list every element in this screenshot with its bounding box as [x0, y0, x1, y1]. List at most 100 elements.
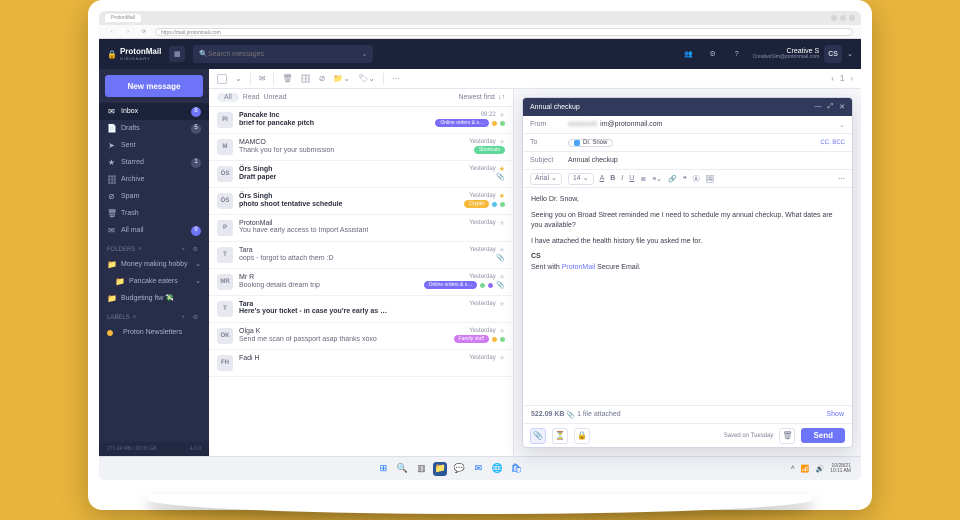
chevron-down-icon[interactable]: ⌄ [195, 276, 201, 287]
message-row[interactable]: ÖS Örs SinghYesterday★ photo shoot tenta… [209, 188, 513, 215]
more-format-icon[interactable]: ⋯ [838, 175, 845, 183]
sidebar-item-spam[interactable]: ⊘Spam [99, 188, 209, 205]
recipient-chip[interactable]: Dr. Snow [568, 139, 613, 147]
compose-from-row[interactable]: From xxxxxxxSim@protonmail.com ⌄ [523, 116, 852, 134]
browser-tab[interactable]: ProtonMail [105, 14, 141, 22]
show-attachments-button[interactable]: Show [826, 411, 844, 418]
next-page-icon[interactable]: › [850, 74, 853, 83]
message-row[interactable]: T TaraYesterday★ oops - forgot to attach… [209, 242, 513, 269]
star-icon[interactable]: ★ [499, 354, 505, 362]
link-icon[interactable]: 🔗 [668, 175, 677, 183]
edge-icon[interactable]: 🌐 [490, 462, 504, 476]
message-row[interactable]: FH Fadi HYesterday★ [209, 350, 513, 377]
list-ul-icon[interactable]: ≣ [640, 175, 646, 183]
move-to-icon[interactable]: 📁⌄ [333, 74, 350, 83]
bcc-button[interactable]: BCC [832, 140, 845, 146]
cc-button[interactable]: CC [820, 140, 829, 146]
chevron-down-icon[interactable]: ⌄ [847, 50, 853, 58]
message-row[interactable]: PI Pancake Inc09:22★ brief for pancake p… [209, 107, 513, 134]
message-row[interactable]: MR Mr RYesterday★ Booking details dream … [209, 269, 513, 296]
signature-link[interactable]: ProtonMail [562, 264, 595, 271]
star-icon[interactable]: ★ [499, 246, 505, 254]
chevron-down-icon[interactable]: ⌄ [235, 74, 242, 83]
chevron-down-icon[interactable]: ⌄ [361, 50, 367, 58]
attachments-row[interactable]: 522.09 KB 📎 1 file attached Show [523, 405, 852, 423]
window-controls[interactable] [831, 15, 855, 21]
select-all-checkbox[interactable] [217, 74, 227, 84]
sidebar-item-trash[interactable]: 🗑Trash [99, 205, 209, 222]
sidebar-item-all-mail[interactable]: ✉All mail9 [99, 222, 209, 239]
nav-reload-icon[interactable]: ⟳ [139, 29, 149, 35]
contacts-icon[interactable]: 👥 [681, 46, 697, 62]
message-row[interactable]: ÖS Örs SinghYesterday★ Draft paper📎 [209, 161, 513, 188]
quote-icon[interactable]: ❝ [683, 175, 687, 183]
address-input[interactable]: https://mail.protonmail.com [155, 28, 853, 36]
minimize-icon[interactable]: — [815, 103, 822, 111]
star-icon[interactable]: ★ [499, 138, 505, 146]
compose-body[interactable]: Hello Dr. Snow, Seeing you on Broad Stre… [523, 188, 852, 405]
app-grid-icon[interactable]: ▦ [169, 46, 185, 62]
italic-icon[interactable]: I [621, 175, 623, 182]
mark-read-icon[interactable]: ✉ [259, 74, 266, 83]
star-icon[interactable]: ★ [499, 111, 505, 119]
help-icon[interactable]: ? [729, 46, 745, 62]
sidebar-folder[interactable]: 📁Pancake eaters⌄ [99, 273, 209, 290]
star-icon[interactable]: ★ [499, 192, 505, 200]
font-select[interactable]: Arial ⌄ [530, 173, 562, 185]
filter-unread[interactable]: Unread [264, 94, 287, 101]
align-icon[interactable]: ≡⌄ [652, 175, 662, 183]
filter-read[interactable]: Read [243, 94, 260, 101]
discard-icon[interactable]: 🗑 [779, 428, 795, 444]
prev-page-icon[interactable]: ‹ [831, 74, 834, 83]
message-row[interactable]: P ProtonMailYesterday★ You have early ac… [209, 215, 513, 242]
wifi-icon[interactable]: 📶 [801, 465, 810, 473]
taskbar-clock[interactable]: 10/28/2110:11 AM [830, 464, 851, 474]
image-icon[interactable]: 🖼 [706, 175, 715, 183]
clear-format-icon[interactable]: Ⓐ [693, 174, 700, 184]
send-button[interactable]: Send [801, 428, 845, 443]
label-actions[interactable]: + ⚙ [181, 314, 201, 321]
compose-subject-row[interactable]: Subject Annual checkup [523, 152, 852, 170]
mail-icon[interactable]: ✉ [471, 462, 485, 476]
compose-header[interactable]: Annual checkup — ⤢ ✕ [523, 98, 852, 116]
nav-back-icon[interactable]: ‹ [107, 29, 117, 35]
chevron-down-icon[interactable]: ⌄ [195, 259, 201, 270]
underline-icon[interactable]: U [629, 175, 634, 182]
sidebar-item-drafts[interactable]: 📄Drafts5 [99, 120, 209, 137]
task-search-icon[interactable]: 🔍 [395, 462, 409, 476]
compose-to-row[interactable]: To Dr. Snow CC, BCC [523, 134, 852, 152]
user-menu[interactable]: Creative S CreativeSim@protonmail.com CS… [753, 45, 853, 63]
tray-chevron-icon[interactable]: ˄ [791, 465, 795, 472]
filter-all[interactable]: All [217, 93, 239, 102]
star-icon[interactable]: ★ [499, 273, 505, 281]
sidebar-folder[interactable]: 📁Money making hobby⌄ [99, 256, 209, 273]
color-icon[interactable]: A [600, 175, 605, 182]
label-icon[interactable]: 🏷⌄ [358, 74, 375, 83]
fontsize-select[interactable]: 14 ⌄ [568, 173, 594, 185]
sidebar-label[interactable]: Proton Newsletters [99, 324, 209, 341]
star-icon[interactable]: ★ [499, 327, 505, 335]
sidebar-item-starred[interactable]: ★Starred1 [99, 154, 209, 171]
search-box[interactable]: 🔍 ⌄ [193, 45, 373, 63]
taskview-icon[interactable]: ▥ [414, 462, 428, 476]
sidebar-item-inbox[interactable]: ✉Inbox8 [99, 103, 209, 120]
expire-icon[interactable]: ⏳ [552, 428, 568, 444]
sidebar-item-sent[interactable]: ➤Sent [99, 137, 209, 154]
spam-icon[interactable]: ⊘ [319, 74, 326, 83]
expand-icon[interactable]: ⤢ [828, 103, 834, 111]
nav-fwd-icon[interactable]: › [123, 29, 133, 35]
encrypt-icon[interactable]: 🔒 [574, 428, 590, 444]
chevron-down-icon[interactable]: ⌄ [839, 121, 845, 129]
delete-icon[interactable]: 🗑 [282, 74, 292, 83]
labels-header[interactable]: LABELS˄ + ⚙ [99, 307, 209, 324]
store-icon[interactable]: 🛍 [509, 462, 523, 476]
sidebar-item-archive[interactable]: 🗄Archive [99, 171, 209, 188]
folder-actions[interactable]: + ⚙ [181, 246, 201, 253]
search-input[interactable] [208, 51, 328, 58]
attach-icon[interactable]: 📎 [530, 428, 546, 444]
settings-icon[interactable]: ⚙ [705, 46, 721, 62]
star-icon[interactable]: ★ [499, 300, 505, 308]
close-icon[interactable]: ✕ [839, 103, 845, 111]
explorer-icon[interactable]: 📁 [433, 462, 447, 476]
sort-button[interactable]: Newest first ↓↑ [458, 94, 505, 101]
